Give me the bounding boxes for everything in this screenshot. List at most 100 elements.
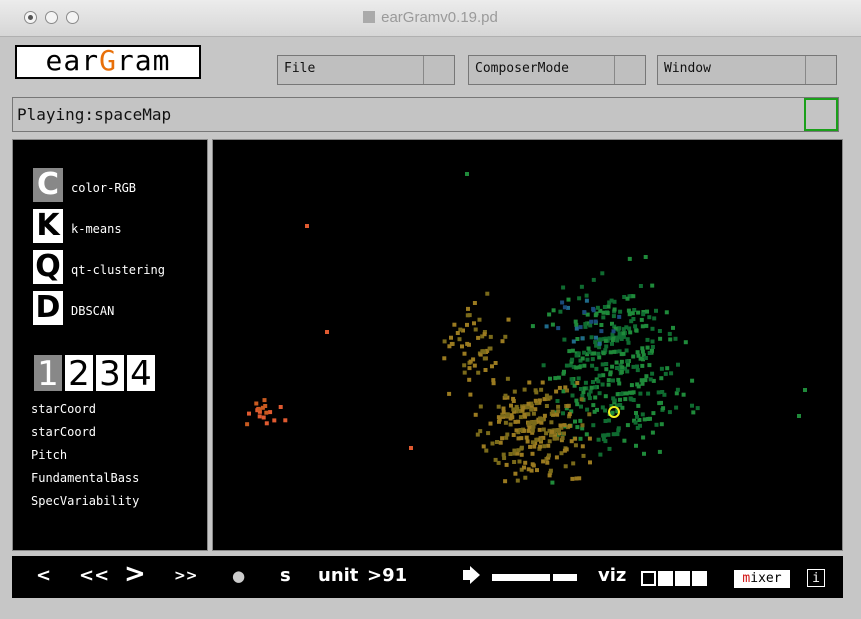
- sound-unit[interactable]: [482, 332, 487, 337]
- sound-unit[interactable]: [478, 404, 483, 409]
- sound-unit[interactable]: [460, 344, 464, 349]
- sound-unit[interactable]: [651, 411, 656, 416]
- sound-unit[interactable]: [548, 468, 553, 473]
- sound-unit[interactable]: [588, 460, 592, 465]
- sound-unit[interactable]: [691, 410, 696, 415]
- sound-unit[interactable]: [619, 359, 624, 364]
- sound-unit[interactable]: [550, 409, 555, 414]
- sound-unit[interactable]: [587, 392, 591, 397]
- sound-unit[interactable]: [611, 432, 616, 437]
- sound-unit[interactable]: [466, 306, 470, 311]
- sound-unit[interactable]: [668, 337, 673, 342]
- sound-unit[interactable]: [486, 431, 491, 436]
- sound-unit[interactable]: [574, 476, 579, 481]
- sound-unit[interactable]: [652, 316, 657, 321]
- descriptor-fundamental-bass[interactable]: FundamentalBass: [31, 471, 139, 485]
- sound-unit[interactable]: [630, 390, 634, 395]
- sound-unit[interactable]: [465, 313, 470, 318]
- sound-unit[interactable]: [690, 403, 694, 408]
- sound-unit[interactable]: [519, 445, 524, 450]
- sound-unit[interactable]: [667, 331, 672, 336]
- sound-unit[interactable]: [582, 363, 587, 368]
- info-button[interactable]: i: [807, 569, 825, 587]
- sound-unit[interactable]: [580, 336, 585, 341]
- sound-unit[interactable]: [529, 407, 534, 412]
- sound-unit[interactable]: [597, 391, 602, 396]
- sound-unit[interactable]: [567, 423, 572, 428]
- sound-unit[interactable]: [570, 476, 575, 481]
- sound-unit[interactable]: [635, 368, 640, 373]
- sound-unit[interactable]: [617, 331, 622, 336]
- sound-unit[interactable]: [556, 429, 561, 434]
- sound-unit[interactable]: [568, 363, 573, 368]
- sound-unit[interactable]: [511, 433, 516, 437]
- sound-unit[interactable]: [586, 346, 591, 351]
- sound-unit[interactable]: [614, 360, 619, 365]
- sound-unit[interactable]: [640, 363, 645, 368]
- sound-unit[interactable]: [493, 457, 498, 462]
- sound-unit[interactable]: [530, 428, 535, 433]
- sound-unit[interactable]: [468, 392, 473, 397]
- sound-unit[interactable]: [641, 435, 646, 440]
- sound-unit[interactable]: [659, 376, 664, 381]
- sound-unit[interactable]: [645, 337, 650, 342]
- sound-unit[interactable]: [641, 312, 646, 317]
- sound-unit[interactable]: [683, 340, 688, 345]
- sound-unit[interactable]: [615, 432, 620, 437]
- record-button[interactable]: ●: [232, 567, 245, 585]
- sound-unit[interactable]: [640, 346, 645, 351]
- sound-unit[interactable]: [603, 439, 608, 444]
- sound-unit[interactable]: [573, 419, 577, 424]
- sound-unit[interactable]: [546, 443, 551, 448]
- sound-unit[interactable]: [560, 300, 565, 305]
- sound-unit[interactable]: [635, 414, 639, 419]
- sound-unit[interactable]: [593, 319, 598, 324]
- sound-unit[interactable]: [640, 381, 645, 386]
- sound-unit[interactable]: [596, 379, 601, 384]
- sound-unit[interactable]: [577, 365, 582, 370]
- sound-unit[interactable]: [593, 385, 598, 390]
- sound-unit[interactable]: [636, 384, 641, 389]
- sound-unit[interactable]: [643, 378, 648, 383]
- sound-unit[interactable]: [633, 420, 638, 425]
- sound-unit[interactable]: [656, 390, 661, 395]
- sound-unit[interactable]: [473, 327, 478, 332]
- sound-unit[interactable]: [257, 407, 262, 412]
- sound-unit[interactable]: [654, 308, 658, 313]
- sound-unit[interactable]: [512, 448, 517, 453]
- sound-unit[interactable]: [305, 224, 309, 228]
- sound-unit[interactable]: [643, 356, 648, 360]
- sound-unit[interactable]: [616, 426, 621, 431]
- sound-unit[interactable]: [570, 357, 575, 362]
- viz-toggle-1[interactable]: [641, 571, 656, 586]
- sound-unit[interactable]: [601, 433, 606, 438]
- sound-unit[interactable]: [503, 420, 508, 425]
- sound-unit[interactable]: [589, 319, 594, 324]
- sound-unit[interactable]: [503, 393, 508, 398]
- sound-unit[interactable]: [634, 443, 638, 448]
- sound-unit[interactable]: [455, 331, 460, 335]
- sound-unit[interactable]: [542, 413, 547, 418]
- sound-unit[interactable]: [493, 361, 498, 365]
- sound-unit[interactable]: [591, 380, 595, 384]
- sound-unit[interactable]: [560, 436, 565, 440]
- sound-unit[interactable]: [646, 391, 651, 396]
- sound-unit[interactable]: [657, 449, 662, 454]
- sound-unit[interactable]: [566, 297, 571, 302]
- sound-unit[interactable]: [512, 460, 517, 464]
- sound-unit[interactable]: [589, 335, 594, 340]
- sound-unit[interactable]: [500, 339, 505, 344]
- sound-unit[interactable]: [650, 348, 654, 353]
- view-3-button[interactable]: 3: [95, 354, 125, 393]
- sound-unit[interactable]: [579, 387, 583, 391]
- sound-unit[interactable]: [584, 293, 589, 298]
- sound-unit[interactable]: [504, 462, 509, 467]
- sound-unit[interactable]: [563, 385, 568, 390]
- sound-unit[interactable]: [642, 451, 646, 456]
- sound-unit[interactable]: [611, 378, 615, 383]
- sound-unit[interactable]: [585, 407, 590, 412]
- sound-unit[interactable]: [467, 366, 472, 371]
- sound-unit[interactable]: [587, 436, 592, 441]
- sound-unit[interactable]: [528, 444, 533, 449]
- sound-unit[interactable]: [582, 386, 587, 391]
